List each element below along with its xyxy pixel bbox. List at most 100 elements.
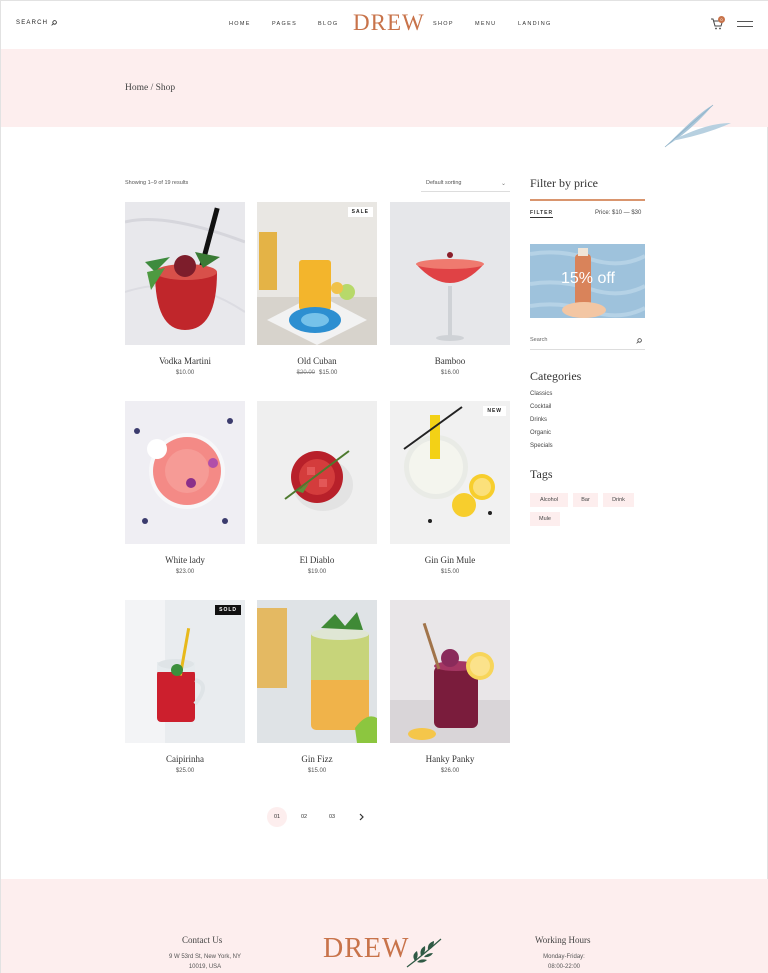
footer-hours-days: Monday-Friday: [543, 954, 585, 960]
product-name[interactable]: Gin Gin Mule [390, 555, 510, 565]
product-name[interactable]: Bamboo [390, 356, 510, 366]
sidebar-search-input[interactable]: Search [530, 337, 645, 350]
sorting-select[interactable]: Default sorting ⌄ [421, 176, 510, 192]
product-price: $19.00 [257, 569, 377, 575]
leaf-decoration-icon [664, 104, 731, 148]
product-price-current: $10.00 [175, 370, 195, 376]
product-card[interactable]: SOLD Caipirinha $25.00 [125, 600, 245, 774]
header-search-label: SEARCH [16, 20, 49, 26]
breadcrumb[interactable]: Home / Shop [125, 83, 175, 93]
product-price: $16.00 [390, 370, 510, 376]
category-link-cocktail[interactable]: Cocktail [530, 404, 551, 410]
product-image[interactable] [257, 401, 377, 544]
product-name[interactable]: Vodka Martini [125, 356, 245, 366]
product-name[interactable]: Hanky Panky [390, 754, 510, 764]
product-price: $26.00 [390, 768, 510, 774]
product-card[interactable]: NEW Gin Gin Mule $15.00 [390, 401, 510, 575]
tag-chip-bar[interactable]: Bar [573, 493, 598, 507]
chevron-down-icon: ⌄ [500, 181, 506, 187]
product-card[interactable]: Bamboo $16.00 [390, 202, 510, 376]
sale-badge: SALE [347, 207, 373, 217]
footer-hours-time: 08:00-22:00 [547, 964, 581, 970]
product-price-current: $19.00 [307, 569, 327, 575]
price-range-slider[interactable] [530, 199, 645, 201]
product-price: $23.00 [125, 569, 245, 575]
nav-pages[interactable]: PAGES [272, 21, 297, 27]
nav-blog[interactable]: BLOG [318, 21, 338, 27]
new-badge: NEW [483, 406, 506, 416]
search-icon [51, 20, 58, 26]
product-name[interactable]: White lady [125, 555, 245, 565]
footer-address-line-2: 10019, USA [188, 964, 222, 970]
nav-landing[interactable]: LANDING [518, 21, 552, 27]
page-title-band [1, 49, 768, 127]
product-image[interactable] [125, 202, 245, 345]
product-image[interactable]: NEW [390, 401, 510, 544]
promo-discount-text: 15% off [561, 270, 615, 287]
product-card[interactable]: SALE Old Cuban $20.00 $15.00 [257, 202, 377, 376]
search-icon[interactable] [636, 338, 642, 344]
category-link-classics[interactable]: Classics [530, 391, 552, 397]
product-price-current: $26.00 [440, 768, 460, 774]
product-price: $20.00 $15.00 [257, 370, 377, 376]
footer-logo[interactable]: DREW [323, 933, 409, 965]
product-card[interactable]: El Diablo $19.00 [257, 401, 377, 575]
pagination-page-2[interactable]: 02 [294, 807, 314, 827]
hamburger-menu-icon[interactable] [737, 21, 753, 27]
product-image[interactable]: SALE [257, 202, 377, 345]
product-card[interactable]: White lady $23.00 [125, 401, 245, 575]
pagination-page-1[interactable]: 01 [267, 807, 287, 827]
nav-home[interactable]: HOME [229, 21, 251, 27]
pagination-page-3[interactable]: 03 [322, 807, 342, 827]
tag-chip-alcohol[interactable]: Alcohol [530, 493, 568, 507]
product-image[interactable] [390, 600, 510, 743]
price-range-label: Price: $10 — $30 [595, 210, 642, 216]
categories-title: Categories [530, 369, 582, 383]
sidebar-search-placeholder: Search [530, 337, 548, 343]
product-name[interactable]: Gin Fizz [257, 754, 377, 764]
product-card[interactable]: Vodka Martini $10.00 [125, 202, 245, 376]
product-price: $10.00 [125, 370, 245, 376]
product-image[interactable] [390, 202, 510, 345]
site-logo[interactable]: DREW [353, 10, 425, 36]
product-price: $15.00 [257, 768, 377, 774]
category-link-drinks[interactable]: Drinks [530, 417, 547, 423]
product-price-current: $15.00 [307, 768, 327, 774]
nav-menu[interactable]: MENU [475, 21, 496, 27]
footer-contact-title: Contact Us [182, 935, 223, 945]
tags-title: Tags [530, 467, 553, 481]
site-header: SEARCH HOME PAGES BLOG DREW SHOP MENU LA… [1, 1, 768, 49]
product-image[interactable] [125, 401, 245, 544]
results-count: Showing 1–9 of 19 results [125, 180, 189, 186]
nav-shop[interactable]: SHOP [433, 21, 454, 27]
product-price: $25.00 [125, 768, 245, 774]
category-link-specials[interactable]: Specials [530, 443, 553, 449]
filter-by-price-title: Filter by price [530, 176, 598, 190]
header-search-link[interactable]: SEARCH [16, 20, 58, 26]
sold-badge: SOLD [215, 605, 241, 615]
product-card[interactable]: Hanky Panky $26.00 [390, 600, 510, 774]
product-price-current: $23.00 [175, 569, 195, 575]
product-price-old: $20.00 [296, 370, 315, 376]
leaf-branch-icon [406, 938, 442, 968]
cart-count-badge: 0 [718, 16, 725, 23]
category-link-organic[interactable]: Organic [530, 430, 551, 436]
chevron-right-icon[interactable] [351, 807, 371, 827]
tag-chip-mule[interactable]: Mule [530, 512, 560, 526]
product-card[interactable]: Gin Fizz $15.00 [257, 600, 377, 774]
product-price-current: $25.00 [175, 768, 195, 774]
tag-chip-drink[interactable]: Drink [603, 493, 634, 507]
product-price-current: $15.00 [319, 370, 338, 376]
product-price: $15.00 [390, 569, 510, 575]
footer-address-line-1: 9 W 53rd St, New York, NY [168, 954, 242, 960]
filter-button[interactable]: FILTER [530, 210, 554, 218]
product-price-current: $15.00 [440, 569, 460, 575]
product-name[interactable]: Caipirinha [125, 754, 245, 764]
product-image[interactable] [257, 600, 377, 743]
product-price-current: $16.00 [440, 370, 460, 376]
product-name[interactable]: Old Cuban [257, 356, 377, 366]
product-name[interactable]: El Diablo [257, 555, 377, 565]
sorting-value: Default sorting [426, 180, 462, 186]
product-image[interactable]: SOLD [125, 600, 245, 743]
footer-hours-title: Working Hours [535, 935, 591, 945]
